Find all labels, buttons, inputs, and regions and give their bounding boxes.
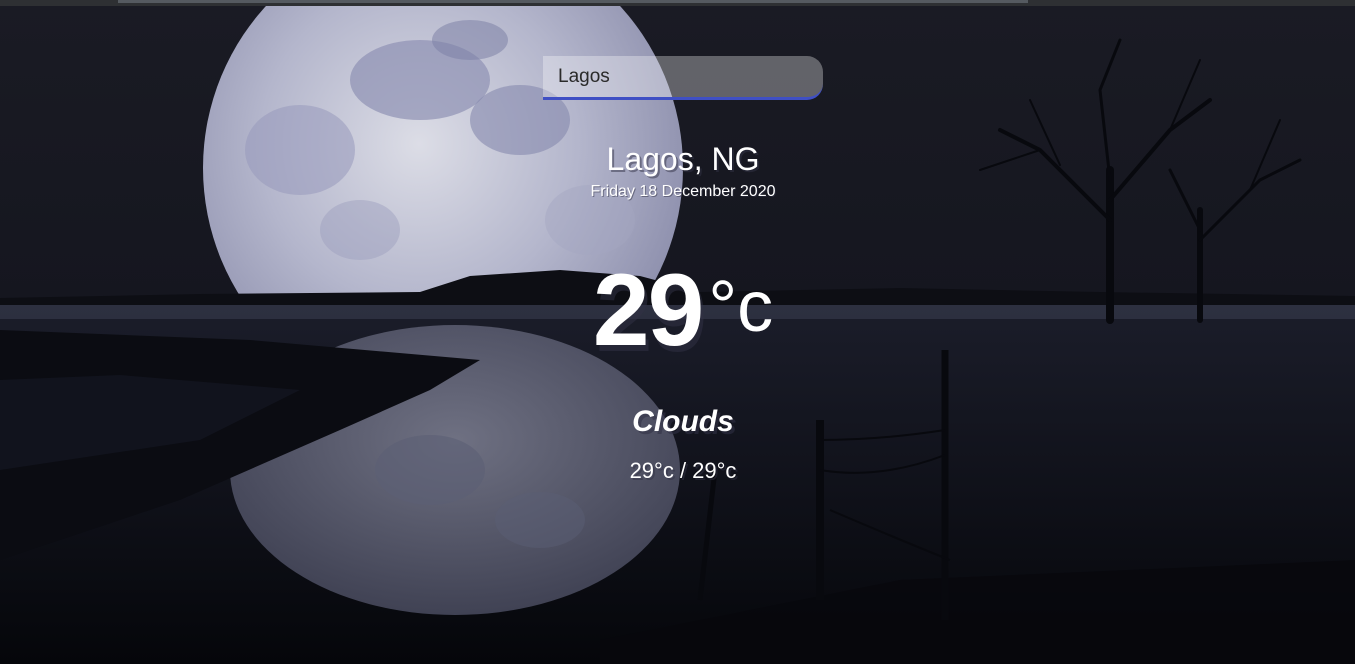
city-search-input[interactable] (543, 56, 823, 100)
hi-low-temperature: 29°c / 29°c (629, 458, 737, 483)
temperature-display: 29°c (0, 252, 1355, 369)
weather-condition: Clouds (632, 405, 734, 438)
weather-app: Lagos, NG Friday 18 December 2020 29°c C… (0, 0, 1355, 664)
browser-top-strip (0, 0, 1355, 6)
temperature-unit: °c (708, 267, 774, 347)
date-label: Friday 18 December 2020 (590, 183, 776, 200)
address-bar-edge (118, 0, 1028, 3)
city-country-label: Lagos, NG (606, 141, 760, 177)
temperature-value: 29 (592, 253, 704, 367)
